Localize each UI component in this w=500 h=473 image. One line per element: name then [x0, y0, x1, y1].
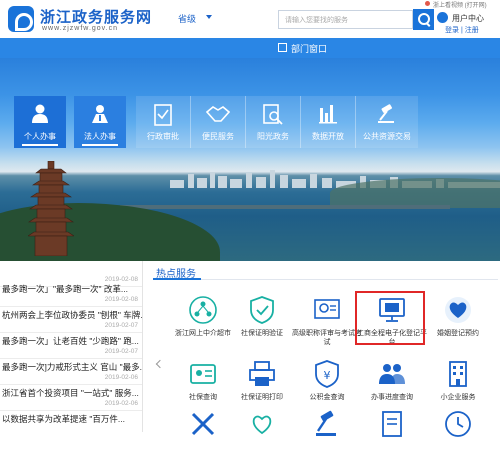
service-label: 公积金查询 [309, 394, 345, 401]
tile-underline [82, 144, 118, 146]
user-center-link[interactable]: 用户中心 [452, 13, 484, 24]
service-legal[interactable] [292, 405, 362, 473]
person-icon [32, 104, 48, 123]
bridge [120, 205, 450, 209]
dept-window-link[interactable]: 部门窗口 [291, 42, 327, 55]
news-date: 2019-02-07 [104, 322, 138, 329]
service-label: 婚姻登记预约 [437, 330, 479, 337]
tile-label: 公共资源交易 [363, 132, 411, 141]
network-icon [189, 296, 217, 324]
bar-chart-icon [319, 105, 337, 124]
certificate-icon [314, 299, 340, 319]
top-link[interactable]: 浙上看视频 (打开网) [433, 0, 487, 9]
divider [153, 279, 498, 280]
service-label: 办事进度查询 [371, 394, 413, 401]
user-icon[interactable] [437, 12, 448, 23]
highlight-box [355, 291, 425, 345]
news-date: 2019-02-07 [104, 348, 138, 355]
news-title[interactable]: 最多跑一次」"最多跑一次" 改革... [2, 283, 142, 295]
tools-icon [191, 412, 215, 436]
list-item[interactable]: 最多跑一次」"最多跑一次" 改革... 2019-02-08 [0, 281, 142, 307]
service-label: 社保证明验证 [241, 330, 283, 337]
distant-hill [330, 178, 500, 208]
checklist-icon [154, 104, 172, 126]
tile-personal[interactable]: 个人办事 [14, 96, 66, 148]
service-social-security-verify[interactable]: 社保证明验证 [227, 291, 297, 359]
hero-banner: 个人办事 法人办事 行政审批 便民服务 阳光政务 数据开放 公共资源交易 [0, 58, 500, 261]
service-label: 社保证明打印 [241, 394, 283, 401]
shield-check-icon [250, 296, 274, 324]
document-icon [382, 411, 402, 437]
office-icon [449, 361, 467, 387]
heart-hand-icon [252, 415, 272, 435]
tile-label: 法人办事 [84, 132, 116, 141]
news-date: 2019-02-08 [104, 296, 138, 303]
id-card-icon [190, 364, 216, 384]
window-icon [278, 43, 287, 52]
service-documents[interactable] [357, 405, 427, 473]
news-title[interactable]: 杭州两会上李位政协委员 "刨根" 车牌... [2, 309, 142, 321]
tile-label: 阳光政务 [257, 132, 289, 141]
service-care[interactable] [227, 405, 297, 473]
news-date: 2019-02-06 [104, 374, 138, 381]
active-tab-indicator [153, 278, 201, 280]
list-item[interactable]: 最多跑一次」让老百姓 "少跑路" 跑... 2019-02-07 [0, 333, 142, 359]
logo-icon[interactable] [8, 6, 34, 32]
news-title[interactable]: 最多跑一次」让老百姓 "少跑路" 跑... [2, 335, 142, 347]
location-icon [425, 1, 430, 6]
tile-admin-approval[interactable]: 行政审批 [136, 96, 191, 148]
service-appointment[interactable] [423, 405, 493, 473]
tile-label: 数据开放 [312, 132, 344, 141]
gavel-icon [378, 104, 394, 123]
tile-label: 便民服务 [202, 132, 234, 141]
hot-services-panel: 热点服务 浙江网上中介超市 社保证明验证 高级职称评审与考试考试 工商全程电子化… [142, 261, 500, 437]
pagoda-image [28, 161, 74, 256]
handshake-icon [206, 106, 230, 122]
gavel-icon [316, 410, 336, 436]
news-date: 2019-02-06 [104, 400, 138, 407]
service-label: 高级职称评审与考试考试 [292, 330, 362, 346]
tile-convenience[interactable]: 便民服务 [191, 96, 246, 148]
tile-underline [22, 144, 58, 146]
people-icon [379, 364, 405, 384]
tile-public-resources[interactable]: 公共资源交易 [356, 96, 418, 148]
news-title[interactable]: 最多跑一次]力戒形式主义 官山 "最多... [2, 361, 142, 373]
region-selector[interactable]: 省级 [178, 12, 196, 25]
svg-text:¥: ¥ [324, 369, 331, 382]
list-item[interactable]: 浙江省首个投资项目 "一站式" 服务... 2019-02-06 [0, 385, 142, 411]
tile-label: 行政审批 [147, 132, 179, 141]
service-label: 小企业服务 [440, 394, 476, 401]
chevron-left-icon[interactable] [155, 359, 165, 369]
search-button[interactable] [413, 9, 434, 30]
site-url: www.zjzwfw.gov.cn [42, 25, 118, 32]
tile-label: 个人办事 [24, 132, 56, 141]
shield-money-icon: ¥ [315, 360, 339, 388]
site-title[interactable]: 浙江政务服务网 [40, 6, 152, 27]
news-title[interactable]: 浙江省首个投资项目 "一站式" 服务... [2, 387, 142, 399]
news-title[interactable]: 以数据共享为改革提速 "百万件... [2, 413, 142, 425]
clock-icon [445, 411, 471, 437]
list-item[interactable]: 以数据共享为改革提速 "百万件... [0, 411, 142, 437]
document-search-icon [263, 104, 283, 125]
service-marriage-booking[interactable]: 婚姻登记预约 [423, 291, 493, 359]
service-senior-title-review[interactable]: 高级职称评审与考试考试 [292, 291, 362, 359]
building-person-icon [92, 105, 108, 123]
search-input[interactable]: 请输入您要找的服务 [278, 10, 413, 29]
tile-open-gov[interactable]: 阳光政务 [246, 96, 301, 148]
login-register-links[interactable]: 登录 | 注册 [445, 25, 479, 35]
list-item[interactable]: 最多跑一次]力戒形式主义 官山 "最多... 2019-02-06 [0, 359, 142, 385]
list-item[interactable]: 杭州两会上李位政协委员 "刨根" 车牌... 2019-02-07 [0, 307, 142, 333]
tile-open-data[interactable]: 数据开放 [301, 96, 356, 148]
nav-bar: 部门窗口 [0, 38, 500, 58]
news-list: 2019-02-08 最多跑一次」"最多跑一次" 改革... 2019-02-0… [0, 261, 142, 432]
tile-legal-person[interactable]: 法人办事 [74, 96, 126, 148]
chevron-down-icon[interactable] [206, 15, 212, 19]
printer-icon [249, 361, 275, 386]
heart-icon [445, 297, 471, 323]
site-header: 浙江政务服务网 www.zjzwfw.gov.cn 省级 请输入您要找的服务 浙… [0, 0, 500, 38]
